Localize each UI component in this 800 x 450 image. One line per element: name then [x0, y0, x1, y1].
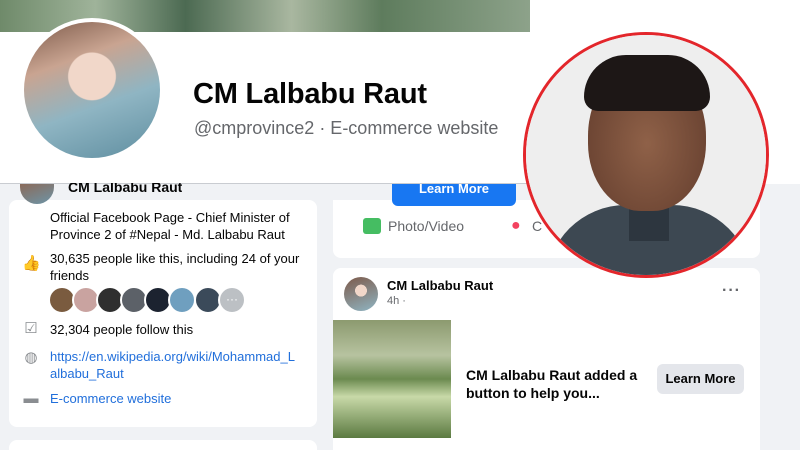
category-link[interactable]: E-commerce website — [50, 390, 305, 407]
learn-more-button[interactable]: Learn More — [657, 364, 744, 394]
profile-avatar[interactable] — [24, 22, 160, 158]
website-link[interactable]: https://en.wikipedia.org/wiki/Mohammad_L… — [50, 348, 300, 382]
thumbs-up-icon: 👍 — [22, 255, 41, 272]
post-text: CM Lalbabu Raut added a button to help y… — [466, 367, 638, 401]
photo-video-button[interactable]: Photo/Video — [388, 218, 464, 234]
sticky-header-name: CM Lalbabu Raut — [68, 183, 183, 195]
check-icon: ☑ — [24, 320, 38, 337]
page-handle: @cmprovince2 · E-commerce website — [194, 118, 499, 138]
intro-description: Official Facebook Page - Chief Minister … — [50, 210, 290, 242]
post-timestamp[interactable]: 4h · — [387, 295, 406, 307]
tag-icon: ▬ — [23, 390, 39, 407]
learn-more-header-button[interactable]: Learn More — [392, 184, 516, 206]
photo-icon — [363, 218, 381, 234]
post-image[interactable] — [333, 320, 451, 438]
intro-follows: 32,304 people follow this — [50, 322, 194, 337]
location-pin-icon: ● — [511, 217, 521, 234]
friend-avatar[interactable] — [168, 286, 196, 314]
portrait-overlay — [523, 32, 769, 278]
intro-likes: 30,635 people like this, including 24 of… — [50, 251, 300, 283]
more-options-icon[interactable]: ··· — [722, 282, 741, 300]
cover-blank — [530, 0, 800, 32]
globe-icon: ◍ — [24, 349, 38, 366]
more-friends-icon[interactable]: ··· — [218, 286, 246, 314]
portrait-hair — [584, 55, 710, 111]
post-author[interactable]: CM Lalbabu Raut — [387, 278, 493, 293]
next-card — [9, 440, 317, 450]
post-author-avatar[interactable] — [344, 277, 378, 311]
page-title: CM Lalbabu Raut — [193, 78, 427, 110]
